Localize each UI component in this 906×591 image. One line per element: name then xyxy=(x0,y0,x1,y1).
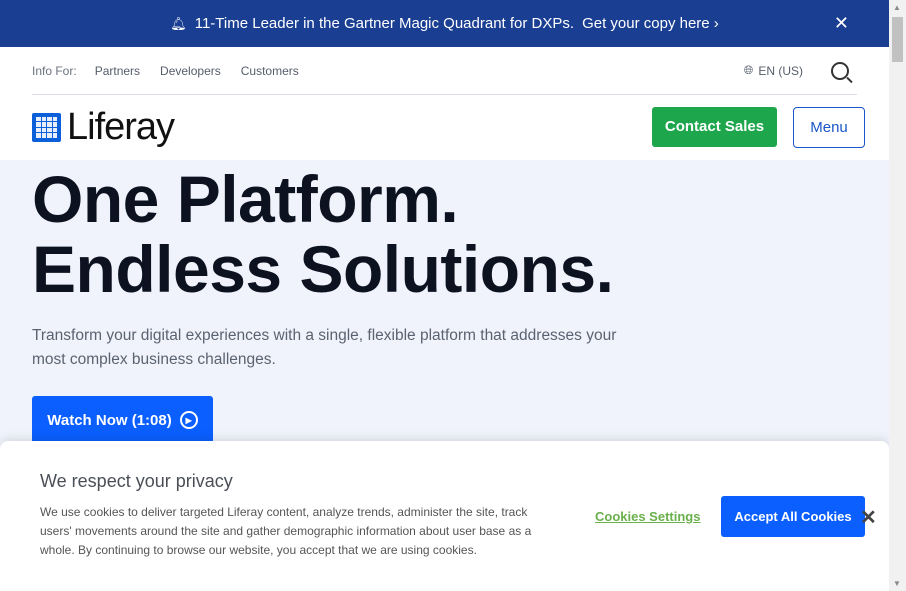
logo-mark-icon xyxy=(32,112,61,142)
cookies-settings-link[interactable]: Cookies Settings xyxy=(595,509,700,524)
info-for-label: Info For: xyxy=(32,63,77,78)
hero-title-line2: Endless Solutions. xyxy=(32,232,614,306)
page: 🔔︎ 11-Time Leader in the Gartner Magic Q… xyxy=(0,0,889,591)
banner-close-icon[interactable]: ✕ xyxy=(834,13,849,34)
play-icon: ▶ xyxy=(179,411,198,429)
cookie-text: We use cookies to deliver targeted Lifer… xyxy=(40,505,532,557)
hero-description: Transform your digital experiences with … xyxy=(32,327,617,368)
liferay-logo[interactable]: Liferay xyxy=(32,105,175,149)
nav-customers[interactable]: Customers xyxy=(241,64,299,78)
cookie-title: We respect your privacy xyxy=(40,471,233,491)
banner-cta-link[interactable]: Get your copy here › xyxy=(582,15,719,32)
globe-icon: 🌐︎ xyxy=(743,63,754,77)
promo-banner: 🔔︎ 11-Time Leader in the Gartner Magic Q… xyxy=(0,0,889,47)
info-for-nav: Info For: Partners Developers Customers … xyxy=(32,47,857,95)
main-header: Liferay Contact Sales Menu xyxy=(32,95,865,159)
language-label: EN (US) xyxy=(758,63,803,78)
watch-now-button[interactable]: Watch Now (1:08) ▶ xyxy=(32,396,213,444)
hero-title: One Platform. Endless Solutions. xyxy=(32,164,889,304)
logo-text: Liferay xyxy=(67,105,175,148)
cookie-banner: We respect your privacy We use cookies t… xyxy=(0,441,889,591)
scrollbar-thumb[interactable] xyxy=(892,17,903,62)
scrollbar[interactable]: ▲ ▼ xyxy=(889,0,906,591)
contact-sales-button[interactable]: Contact Sales xyxy=(652,106,777,147)
nav-developers[interactable]: Developers xyxy=(160,64,221,78)
scroll-down-icon[interactable]: ▼ xyxy=(893,579,901,588)
watch-now-label: Watch Now (1:08) xyxy=(47,411,172,429)
menu-button[interactable]: Menu xyxy=(793,106,865,148)
nav-partners[interactable]: Partners xyxy=(95,64,140,78)
bell-icon: 🔔︎ xyxy=(170,15,187,31)
cookie-close-icon[interactable]: ✕ xyxy=(860,505,877,530)
hero-title-line1: One Platform. xyxy=(32,162,459,236)
banner-text: 11-Time Leader in the Gartner Magic Quad… xyxy=(194,15,575,32)
accept-all-cookies-button[interactable]: Accept All Cookies xyxy=(721,496,865,537)
scroll-up-icon[interactable]: ▲ xyxy=(893,3,901,12)
search-icon[interactable] xyxy=(831,61,849,80)
language-selector[interactable]: 🌐︎ EN (US) xyxy=(744,63,803,78)
